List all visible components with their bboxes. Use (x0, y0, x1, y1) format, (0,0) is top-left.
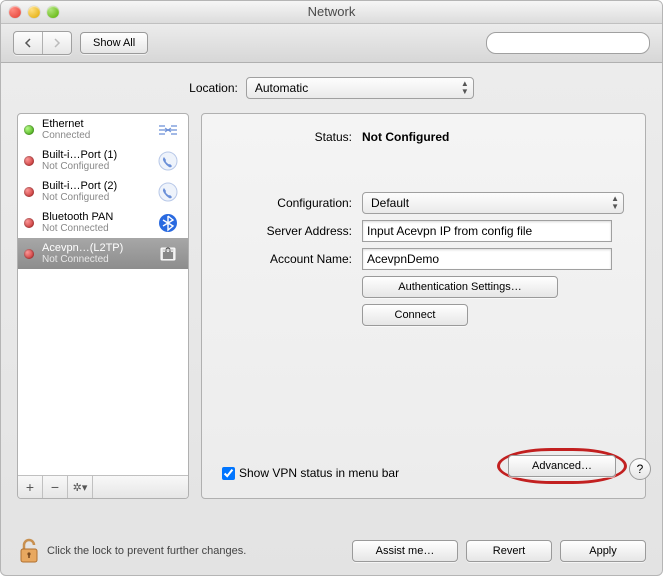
footer-buttons: Assist me… Revert Apply (352, 540, 646, 562)
lock-icon (154, 243, 182, 265)
ethernet-icon (154, 119, 182, 141)
content-area: Location: Automatic ▲▼ EthernetConnected… (1, 63, 662, 555)
nav-back-forward (13, 31, 72, 55)
revert-button[interactable]: Revert (466, 540, 552, 562)
titlebar: Network (1, 1, 662, 24)
server-address-row: Server Address: (222, 220, 625, 242)
main-split: EthernetConnectedBuilt-i…Port (1)Not Con… (17, 113, 646, 499)
back-button[interactable] (14, 32, 43, 54)
popup-arrows-icon: ▲▼ (611, 195, 619, 211)
service-status: Not Connected (42, 254, 146, 265)
account-name-label: Account Name: (222, 252, 352, 266)
configuration-row: Configuration: Default ▲▼ (222, 192, 625, 214)
status-dot-icon (24, 187, 34, 197)
assist-me-button[interactable]: Assist me… (352, 540, 458, 562)
show-vpn-status-checkbox[interactable] (222, 467, 235, 480)
zoom-window-button[interactable] (47, 6, 59, 18)
service-name: Bluetooth PAN (42, 211, 146, 223)
service-name: Built-i…Port (1) (42, 149, 146, 161)
status-dot-icon (24, 156, 34, 166)
remove-service-button[interactable]: − (43, 476, 68, 498)
location-popup[interactable]: Automatic ▲▼ (246, 77, 474, 99)
show-vpn-status-row: Show VPN status in menu bar (222, 466, 399, 480)
traffic-lights (9, 6, 59, 18)
service-list[interactable]: EthernetConnectedBuilt-i…Port (1)Not Con… (18, 114, 188, 475)
forward-button[interactable] (43, 32, 71, 54)
auth-settings-button[interactable]: Authentication Settings… (362, 276, 558, 298)
advanced-button[interactable]: Advanced… (508, 455, 616, 477)
account-name-row: Account Name: (222, 248, 625, 270)
service-name: Ethernet (42, 118, 146, 130)
show-all-button[interactable]: Show All (80, 32, 148, 54)
service-status: Connected (42, 130, 146, 141)
service-status: Not Connected (42, 223, 146, 234)
close-window-button[interactable] (9, 6, 21, 18)
status-label: Status: (222, 130, 352, 144)
help-wrap: ? (629, 458, 651, 480)
bluetooth-icon (154, 212, 182, 234)
toolbar: Show All (1, 24, 662, 63)
status-value: Not Configured (362, 130, 449, 144)
lock-area[interactable]: Click the lock to prevent further change… (17, 537, 246, 565)
apply-button[interactable]: Apply (560, 540, 646, 562)
phone-icon (154, 181, 182, 203)
service-status: Not Configured (42, 161, 146, 172)
connect-button[interactable]: Connect (362, 304, 468, 326)
sidebar-footer: + − ✲▾ (18, 475, 188, 498)
minimize-window-button[interactable] (28, 6, 40, 18)
status-row: Status: Not Configured (222, 130, 625, 144)
lock-text: Click the lock to prevent further change… (47, 545, 246, 557)
service-sidebar: EthernetConnectedBuilt-i…Port (1)Not Con… (17, 113, 189, 499)
server-address-input[interactable] (362, 220, 612, 242)
server-address-label: Server Address: (222, 224, 352, 238)
configuration-popup[interactable]: Default ▲▼ (362, 192, 624, 214)
search-input[interactable] (497, 36, 643, 50)
status-dot-icon (24, 249, 34, 259)
search-field[interactable] (486, 32, 650, 54)
location-label: Location: (189, 81, 238, 95)
help-button[interactable]: ? (629, 458, 651, 480)
window-title: Network (308, 4, 356, 19)
footer: Click the lock to prevent further change… (1, 527, 662, 575)
location-row: Location: Automatic ▲▼ (17, 77, 646, 99)
service-detail: Status: Not Configured Configuration: De… (201, 113, 646, 499)
show-vpn-status-label: Show VPN status in menu bar (239, 466, 399, 480)
add-service-button[interactable]: + (18, 476, 43, 498)
service-item[interactable]: Bluetooth PANNot Connected (18, 207, 188, 238)
account-name-input[interactable] (362, 248, 612, 270)
service-status: Not Configured (42, 192, 146, 203)
service-item[interactable]: EthernetConnected (18, 114, 188, 145)
configuration-label: Configuration: (222, 196, 352, 210)
service-name: Built-i…Port (2) (42, 180, 146, 192)
service-item[interactable]: Acevpn…(L2TP)Not Connected (18, 238, 188, 269)
unlock-icon (17, 537, 41, 565)
phone-icon (154, 150, 182, 172)
service-item[interactable]: Built-i…Port (1)Not Configured (18, 145, 188, 176)
network-prefs-window: Network Show All Location: Automatic ▲▼ (0, 0, 663, 576)
advanced-highlight: Advanced… (497, 448, 627, 484)
popup-arrows-icon: ▲▼ (461, 80, 469, 96)
service-actions-menu[interactable]: ✲▾ (68, 476, 93, 498)
status-dot-icon (24, 218, 34, 228)
service-name: Acevpn…(L2TP) (42, 242, 146, 254)
service-item[interactable]: Built-i…Port (2)Not Configured (18, 176, 188, 207)
status-dot-icon (24, 125, 34, 135)
